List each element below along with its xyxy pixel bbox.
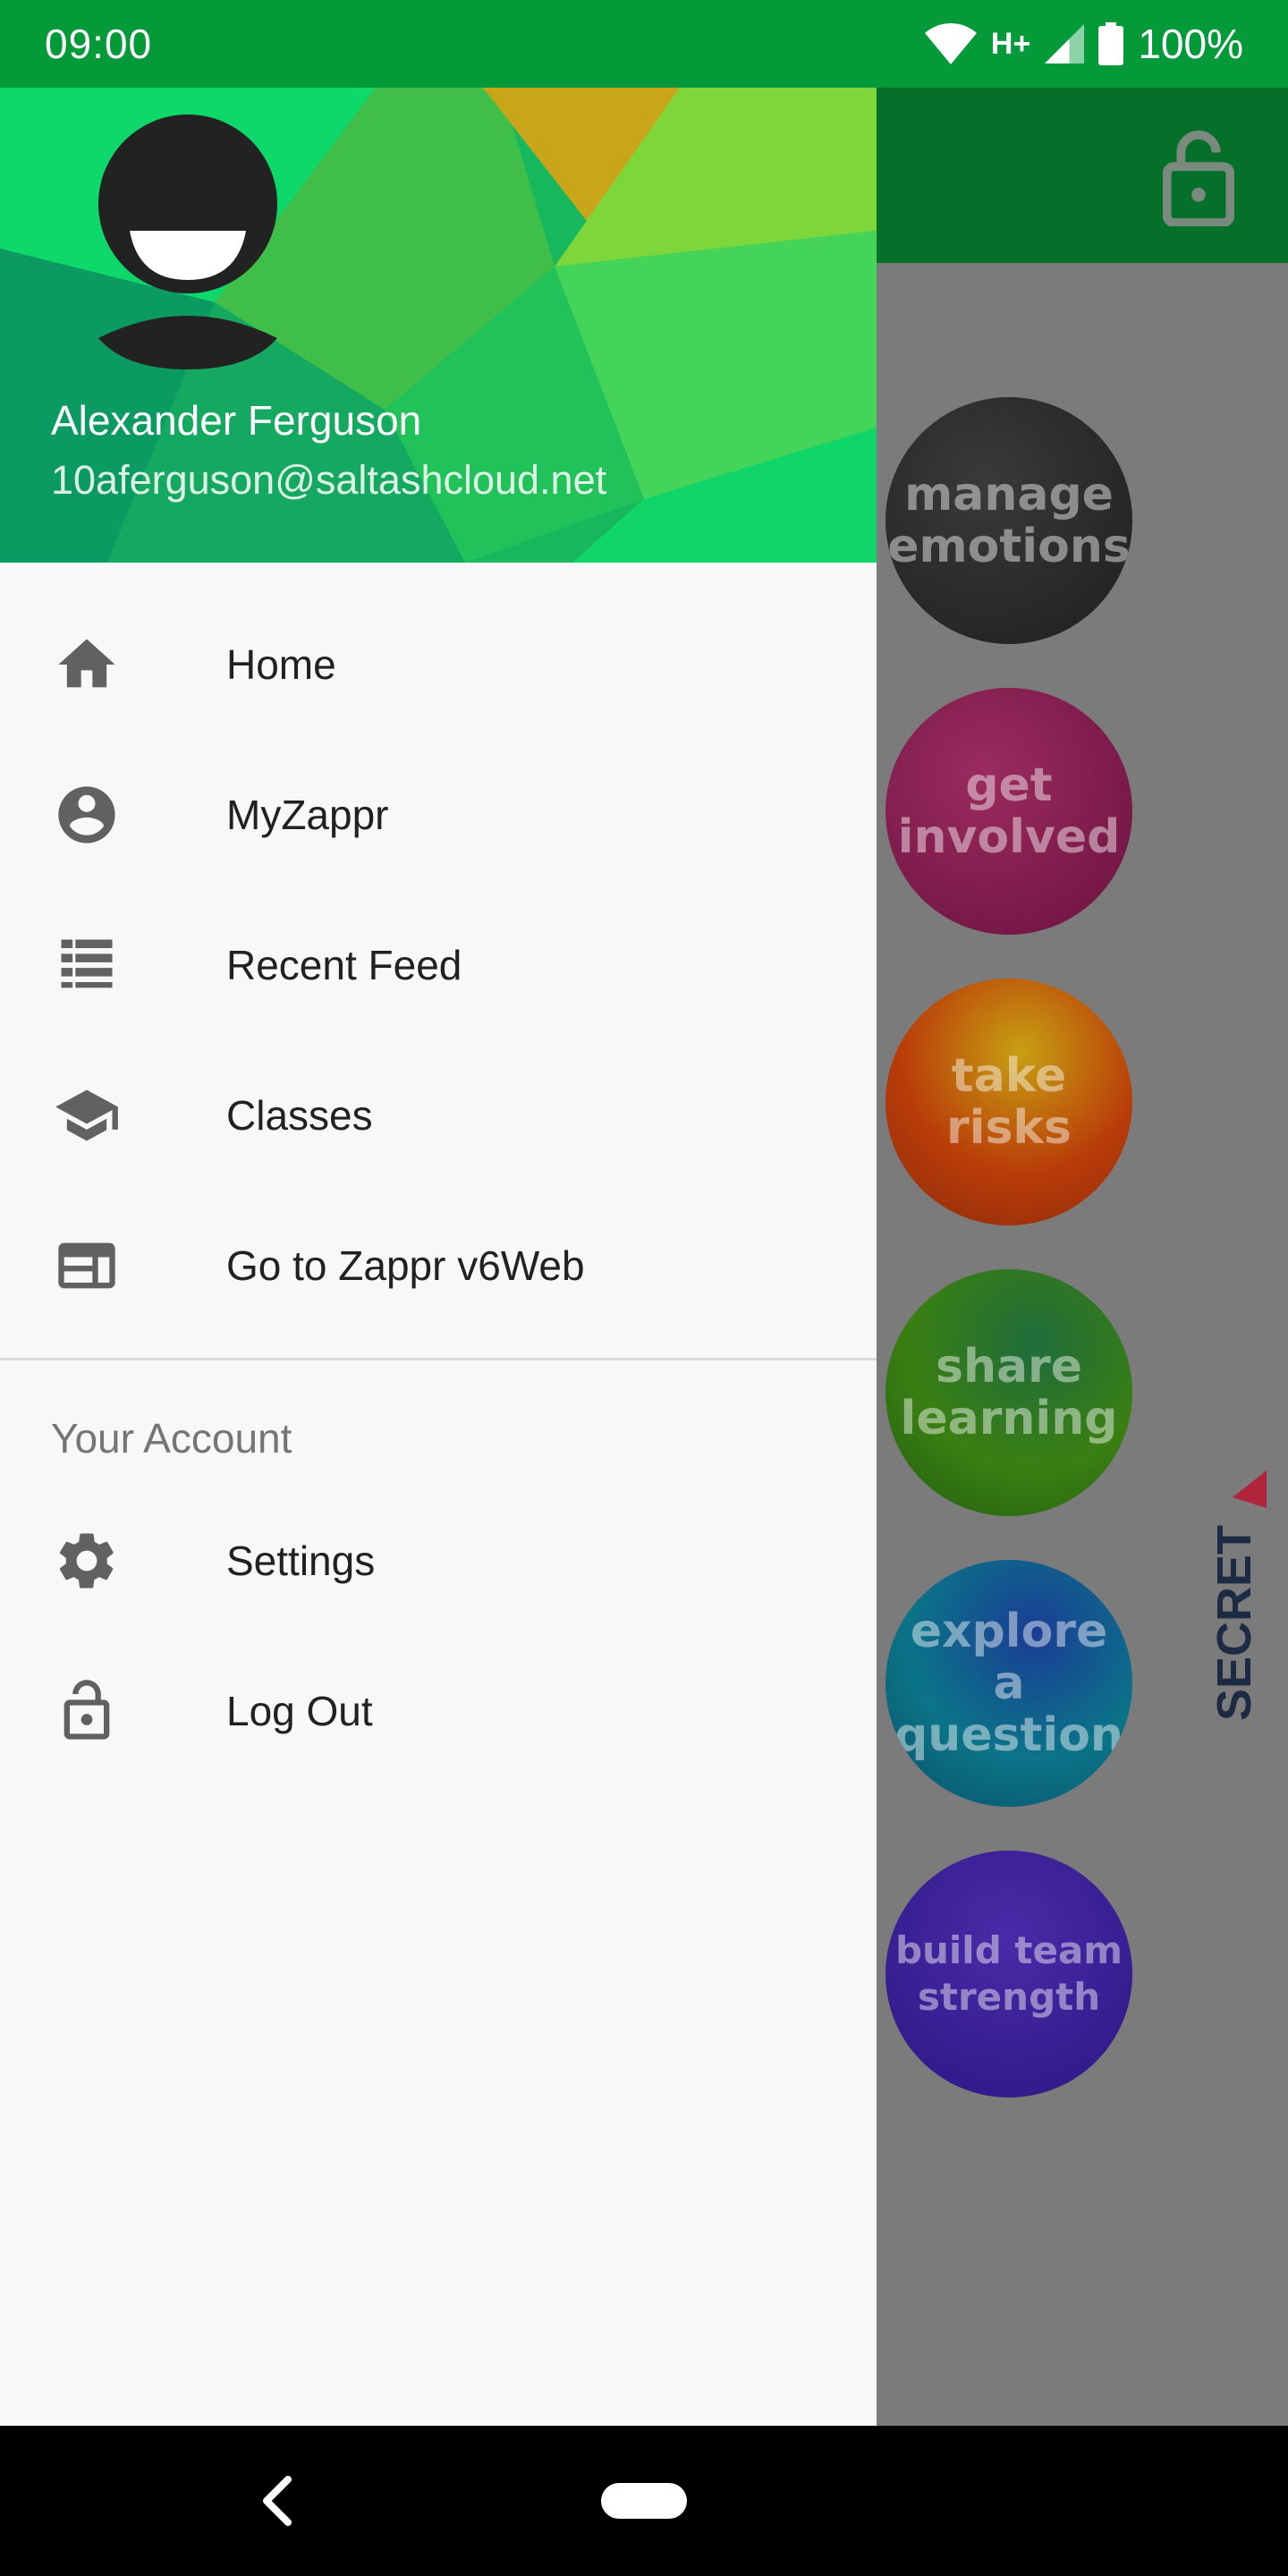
battery-percent: 100% — [1138, 21, 1243, 67]
menu-item-label: Go to Zappr v6Web — [226, 1242, 585, 1289]
user-name: Alexander Ferguson — [51, 397, 422, 444]
badge-build-team-strength[interactable]: build team strength — [886, 1851, 1132, 2097]
avatar[interactable] — [80, 114, 295, 369]
menu-item-label: Home — [226, 641, 336, 688]
lock-open-icon — [51, 1675, 123, 1747]
status-time: 09:00 — [45, 21, 153, 67]
drawer-header: Alexander Ferguson 10aferguson@saltashcl… — [0, 88, 877, 563]
menu-item-label: Log Out — [226, 1688, 373, 1734]
menu-item-go-to-web[interactable]: Go to Zappr v6Web — [0, 1191, 877, 1341]
lock-open-icon[interactable] — [1163, 128, 1234, 226]
account-menu: Settings Log Out — [0, 1486, 877, 1786]
badge-share-learning[interactable]: share learning — [886, 1269, 1132, 1516]
secret-logo: SECRET — [1208, 1470, 1267, 1721]
network-type: H+ — [990, 26, 1031, 61]
battery-icon — [1098, 22, 1124, 65]
menu-item-label: Settings — [226, 1538, 376, 1584]
list-icon — [51, 929, 123, 1001]
badge-take-risks[interactable]: take risks — [886, 979, 1132, 1225]
wifi-icon — [924, 23, 977, 64]
menu-item-label: MyZappr — [226, 792, 389, 838]
account-circle-icon — [51, 779, 123, 851]
back-icon[interactable] — [259, 2476, 295, 2526]
menu-item-recent-feed[interactable]: Recent Feed — [0, 890, 877, 1040]
menu-item-settings[interactable]: Settings — [0, 1486, 877, 1636]
secret-logo-text: SECRET — [1208, 1525, 1261, 1721]
home-pill[interactable] — [601, 2483, 687, 2519]
gear-icon — [51, 1525, 123, 1597]
badge-manage-emotions[interactable]: manage emotions — [886, 397, 1132, 644]
web-icon — [51, 1230, 123, 1301]
status-bar: 09:00 H+ 100% — [0, 0, 1288, 88]
home-icon — [51, 629, 123, 700]
menu-item-classes[interactable]: Classes — [0, 1040, 877, 1191]
menu-item-log-out[interactable]: Log Out — [0, 1636, 877, 1786]
menu-item-home[interactable]: Home — [0, 589, 877, 740]
badge-get-involved[interactable]: get involved — [886, 688, 1132, 935]
status-icons: H+ 100% — [924, 20, 1243, 68]
user-email: 10aferguson@saltashcloud.net — [51, 457, 607, 503]
cell-signal-icon — [1045, 24, 1085, 64]
menu-item-myzappr[interactable]: MyZappr — [0, 740, 877, 890]
navigation-drawer: Alexander Ferguson 10aferguson@saltashcl… — [0, 88, 877, 2426]
badge-explore-a-question[interactable]: explore a question — [886, 1560, 1132, 1807]
system-nav-bar — [0, 2426, 1288, 2576]
drawer-menu: Home MyZappr Recent Feed Classes Go to Z… — [0, 563, 877, 1341]
menu-item-label: Classes — [226, 1092, 373, 1139]
menu-item-label: Recent Feed — [226, 942, 462, 988]
graduation-cap-icon — [51, 1080, 123, 1151]
section-title-your-account: Your Account — [51, 1415, 292, 1462]
